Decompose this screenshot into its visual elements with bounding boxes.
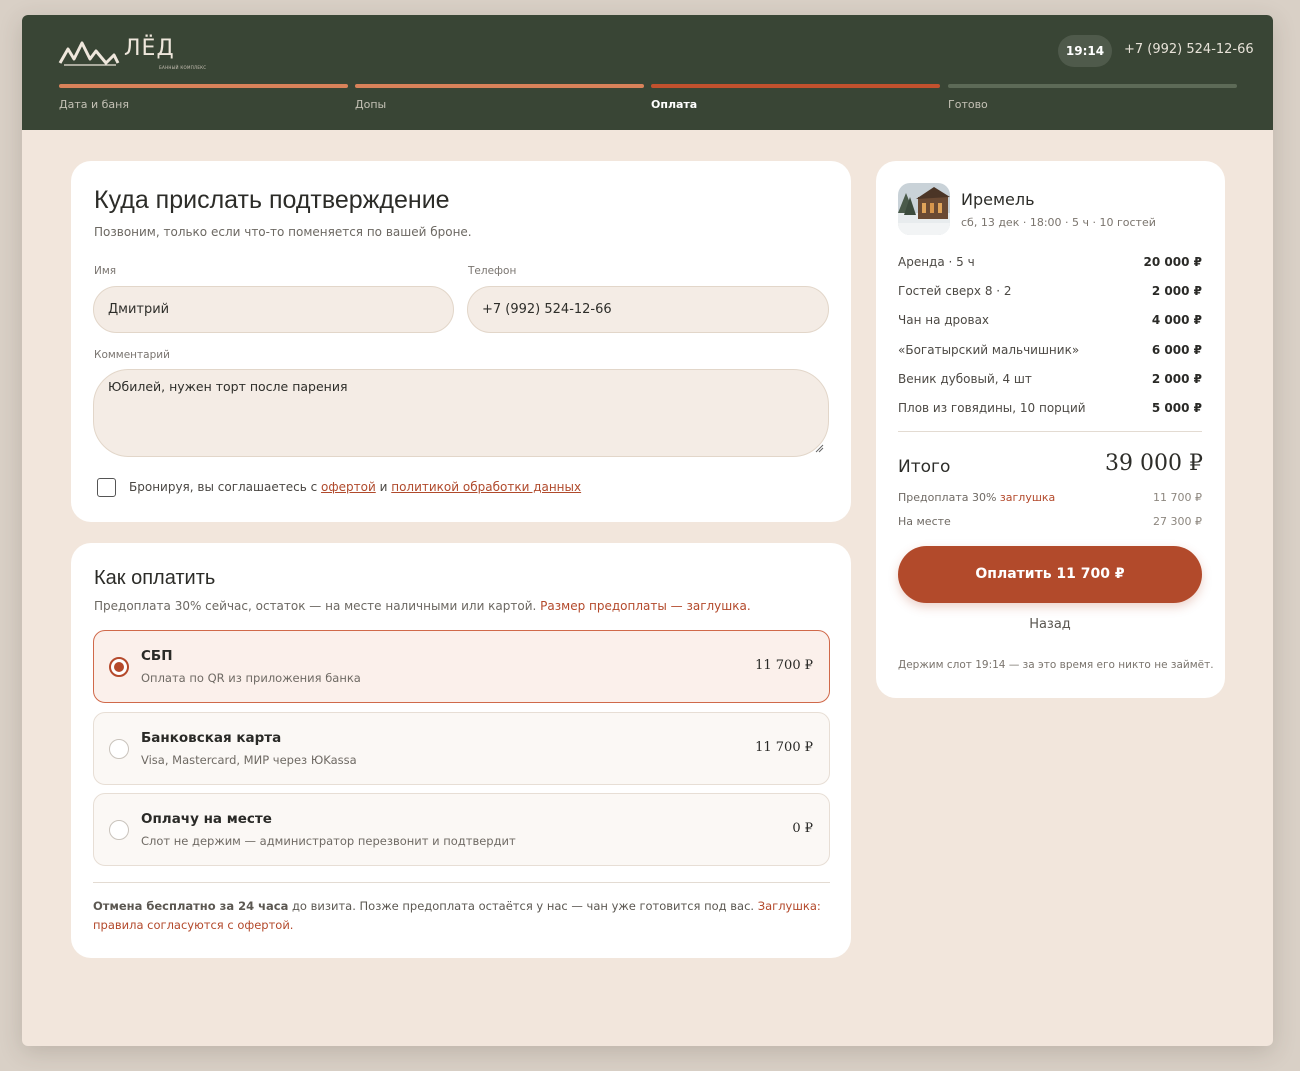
prepay-accent: заглушка: [999, 491, 1056, 504]
option-title: Оплачу на месте: [141, 811, 272, 827]
resize-handle-icon[interactable]: [815, 444, 824, 453]
payment-option-card[interactable]: Банковская карта Visa, Mastercard, МИР ч…: [93, 712, 830, 785]
prepay-row: Предоплата 30% заглушка 11 700 ₽: [898, 491, 1202, 504]
payment-option-sbp[interactable]: СБП Оплата по QR из приложения банка 11 …: [93, 630, 830, 703]
line-item: Плов из говядины, 10 порций 5 000 ₽: [898, 401, 1202, 415]
line-item-label: Гостей сверх 8 · 2: [898, 284, 1012, 298]
step-label: Готово: [948, 98, 988, 111]
cancellation-note: Отмена бесплатно за 24 часа до визита. П…: [93, 897, 833, 935]
line-item: Веник дубовый, 4 шт 2 000 ₽: [898, 372, 1202, 386]
line-item-amount: 5 000 ₽: [1151, 401, 1202, 415]
logo[interactable]: ЛЁД БАННЫЙ КОМПЛЕКС: [58, 36, 206, 73]
step-date[interactable]: Дата и баня: [59, 84, 348, 111]
line-item-label: Веник дубовый, 4 шт: [898, 372, 1032, 386]
line-item-label: Плов из говядины, 10 порций: [898, 401, 1086, 415]
line-item-amount: 4 000 ₽: [1151, 313, 1202, 327]
payment-option-onsite[interactable]: Оплачу на месте Слот не держим — админис…: [93, 793, 830, 866]
option-title: СБП: [141, 648, 173, 664]
step-done: Готово: [948, 84, 1237, 111]
option-title: Банковская карта: [141, 730, 282, 746]
radio-icon[interactable]: [109, 820, 129, 840]
step-label: Оплата: [651, 98, 698, 111]
total-value: 39 000 ₽: [1105, 451, 1203, 476]
line-item-amount: 2 000 ₽: [1151, 372, 1202, 386]
step-payment: Оплата: [651, 84, 940, 111]
privacy-policy-link[interactable]: политикой обработки данных: [391, 480, 581, 494]
header-phone-link[interactable]: +7 (992) 524-12-66: [1124, 42, 1254, 57]
offer-link[interactable]: офертой: [321, 480, 376, 494]
step-label: Дата и баня: [59, 98, 129, 111]
place-thumbnail: [898, 183, 950, 235]
line-item-amount: 20 000 ₽: [1143, 255, 1202, 269]
line-item: Аренда · 5 ч 20 000 ₽: [898, 255, 1202, 269]
divider: [93, 882, 830, 883]
agree-and: и: [379, 480, 388, 494]
agree-prefix: Бронируя, вы соглашаетесь с: [129, 480, 318, 494]
prepay-label: Предоплата 30%: [898, 491, 997, 504]
option-desc: Слот не держим — администратор перезвони…: [141, 834, 516, 848]
line-item: Гостей сверх 8 · 2 2 000 ₽: [898, 284, 1202, 298]
booking-window: ЛЁД БАННЫЙ КОМПЛЕКС 19:14 +7 (992) 524-1…: [22, 15, 1273, 1046]
radio-selected-icon[interactable]: [109, 657, 129, 677]
logo-subtitle: БАННЫЙ КОМПЛЕКС: [159, 65, 207, 70]
total-label: Итого: [898, 457, 951, 477]
line-item-amount: 6 000 ₽: [1151, 343, 1202, 357]
payment-title: Как оплатить: [94, 567, 216, 589]
hold-timer-badge: 19:14: [1058, 35, 1112, 67]
header: ЛЁД БАННЫЙ КОМПЛЕКС 19:14 +7 (992) 524-1…: [22, 15, 1273, 130]
place-title: Иремель: [961, 190, 1035, 209]
hold-note: Держим слот 19:14 — за это время его ник…: [898, 659, 1214, 671]
step-bar: [948, 84, 1237, 88]
name-input[interactable]: Дмитрий: [93, 286, 454, 333]
back-button[interactable]: Назад: [898, 617, 1202, 632]
prepay-value: 11 700 ₽: [1153, 491, 1202, 504]
step-label: Допы: [355, 98, 387, 111]
payment-subtitle-text: Предоплата 30% сейчас, остаток — на мест…: [94, 599, 537, 613]
line-item-label: «Богатырский мальчишник»: [898, 343, 1080, 357]
summary-divider: [898, 431, 1202, 432]
payment-subtitle: Предоплата 30% сейчас, остаток — на мест…: [94, 599, 751, 613]
phone-input[interactable]: +7 (992) 524-12-66: [467, 286, 829, 333]
agree-checkbox[interactable]: [97, 478, 116, 497]
summary-card: Иремель сб, 13 дек · 18:00 · 5 ч · 10 го…: [876, 161, 1225, 698]
contact-subtitle: Позвоним, только если что-то поменяется …: [94, 225, 472, 239]
line-item-label: Чан на дровах: [898, 313, 990, 327]
agree-text: Бронируя, вы соглашаетесь с офертой и по…: [129, 480, 581, 494]
option-desc: Visa, Mastercard, МИР через ЮKassa: [141, 753, 357, 767]
onsite-label: На месте: [898, 515, 951, 528]
onsite-value: 27 300 ₽: [1153, 515, 1202, 528]
payment-card: Как оплатить Предоплата 30% сейчас, оста…: [71, 543, 851, 958]
comment-text: Юбилей, нужен торт после парения: [108, 379, 348, 394]
step-bar: [59, 84, 348, 88]
pay-button[interactable]: Оплатить 11 700 ₽: [898, 546, 1202, 603]
name-label: Имя: [94, 265, 117, 277]
logo-text: ЛЁД: [124, 36, 175, 61]
sauna-photo-icon: [898, 183, 950, 235]
onsite-row: На месте 27 300 ₽: [898, 515, 1202, 528]
note-bold: Отмена бесплатно за 24 часа: [93, 899, 289, 913]
option-price: 11 700 ₽: [755, 740, 813, 755]
phone-label: Телефон: [468, 265, 517, 277]
contact-card: Куда прислать подтверждение Позвоним, то…: [71, 161, 851, 522]
line-item-label: Аренда · 5 ч: [898, 255, 975, 269]
step-bar: [651, 84, 940, 88]
line-item-amount: 2 000 ₽: [1151, 284, 1202, 298]
comment-label: Комментарий: [94, 349, 170, 361]
mountains-logo-icon: [58, 41, 120, 66]
step-extras[interactable]: Допы: [355, 84, 644, 111]
step-bar: [355, 84, 644, 88]
line-item: «Богатырский мальчишник» 6 000 ₽: [898, 343, 1202, 357]
option-desc: Оплата по QR из приложения банка: [141, 671, 361, 685]
payment-subtitle-accent: Размер предоплаты — заглушка.: [540, 599, 751, 613]
booking-details: сб, 13 дек · 18:00 · 5 ч · 10 гостей: [961, 216, 1156, 229]
radio-icon[interactable]: [109, 739, 129, 759]
comment-textarea[interactable]: Юбилей, нужен торт после парения: [93, 369, 829, 457]
note-text: до визита. Позже предоплата остаётся у н…: [291, 899, 755, 913]
option-price: 0 ₽: [792, 821, 813, 836]
line-item: Чан на дровах 4 000 ₽: [898, 313, 1202, 327]
contact-title: Куда прислать подтверждение: [94, 186, 450, 214]
option-price: 11 700 ₽: [755, 658, 813, 673]
